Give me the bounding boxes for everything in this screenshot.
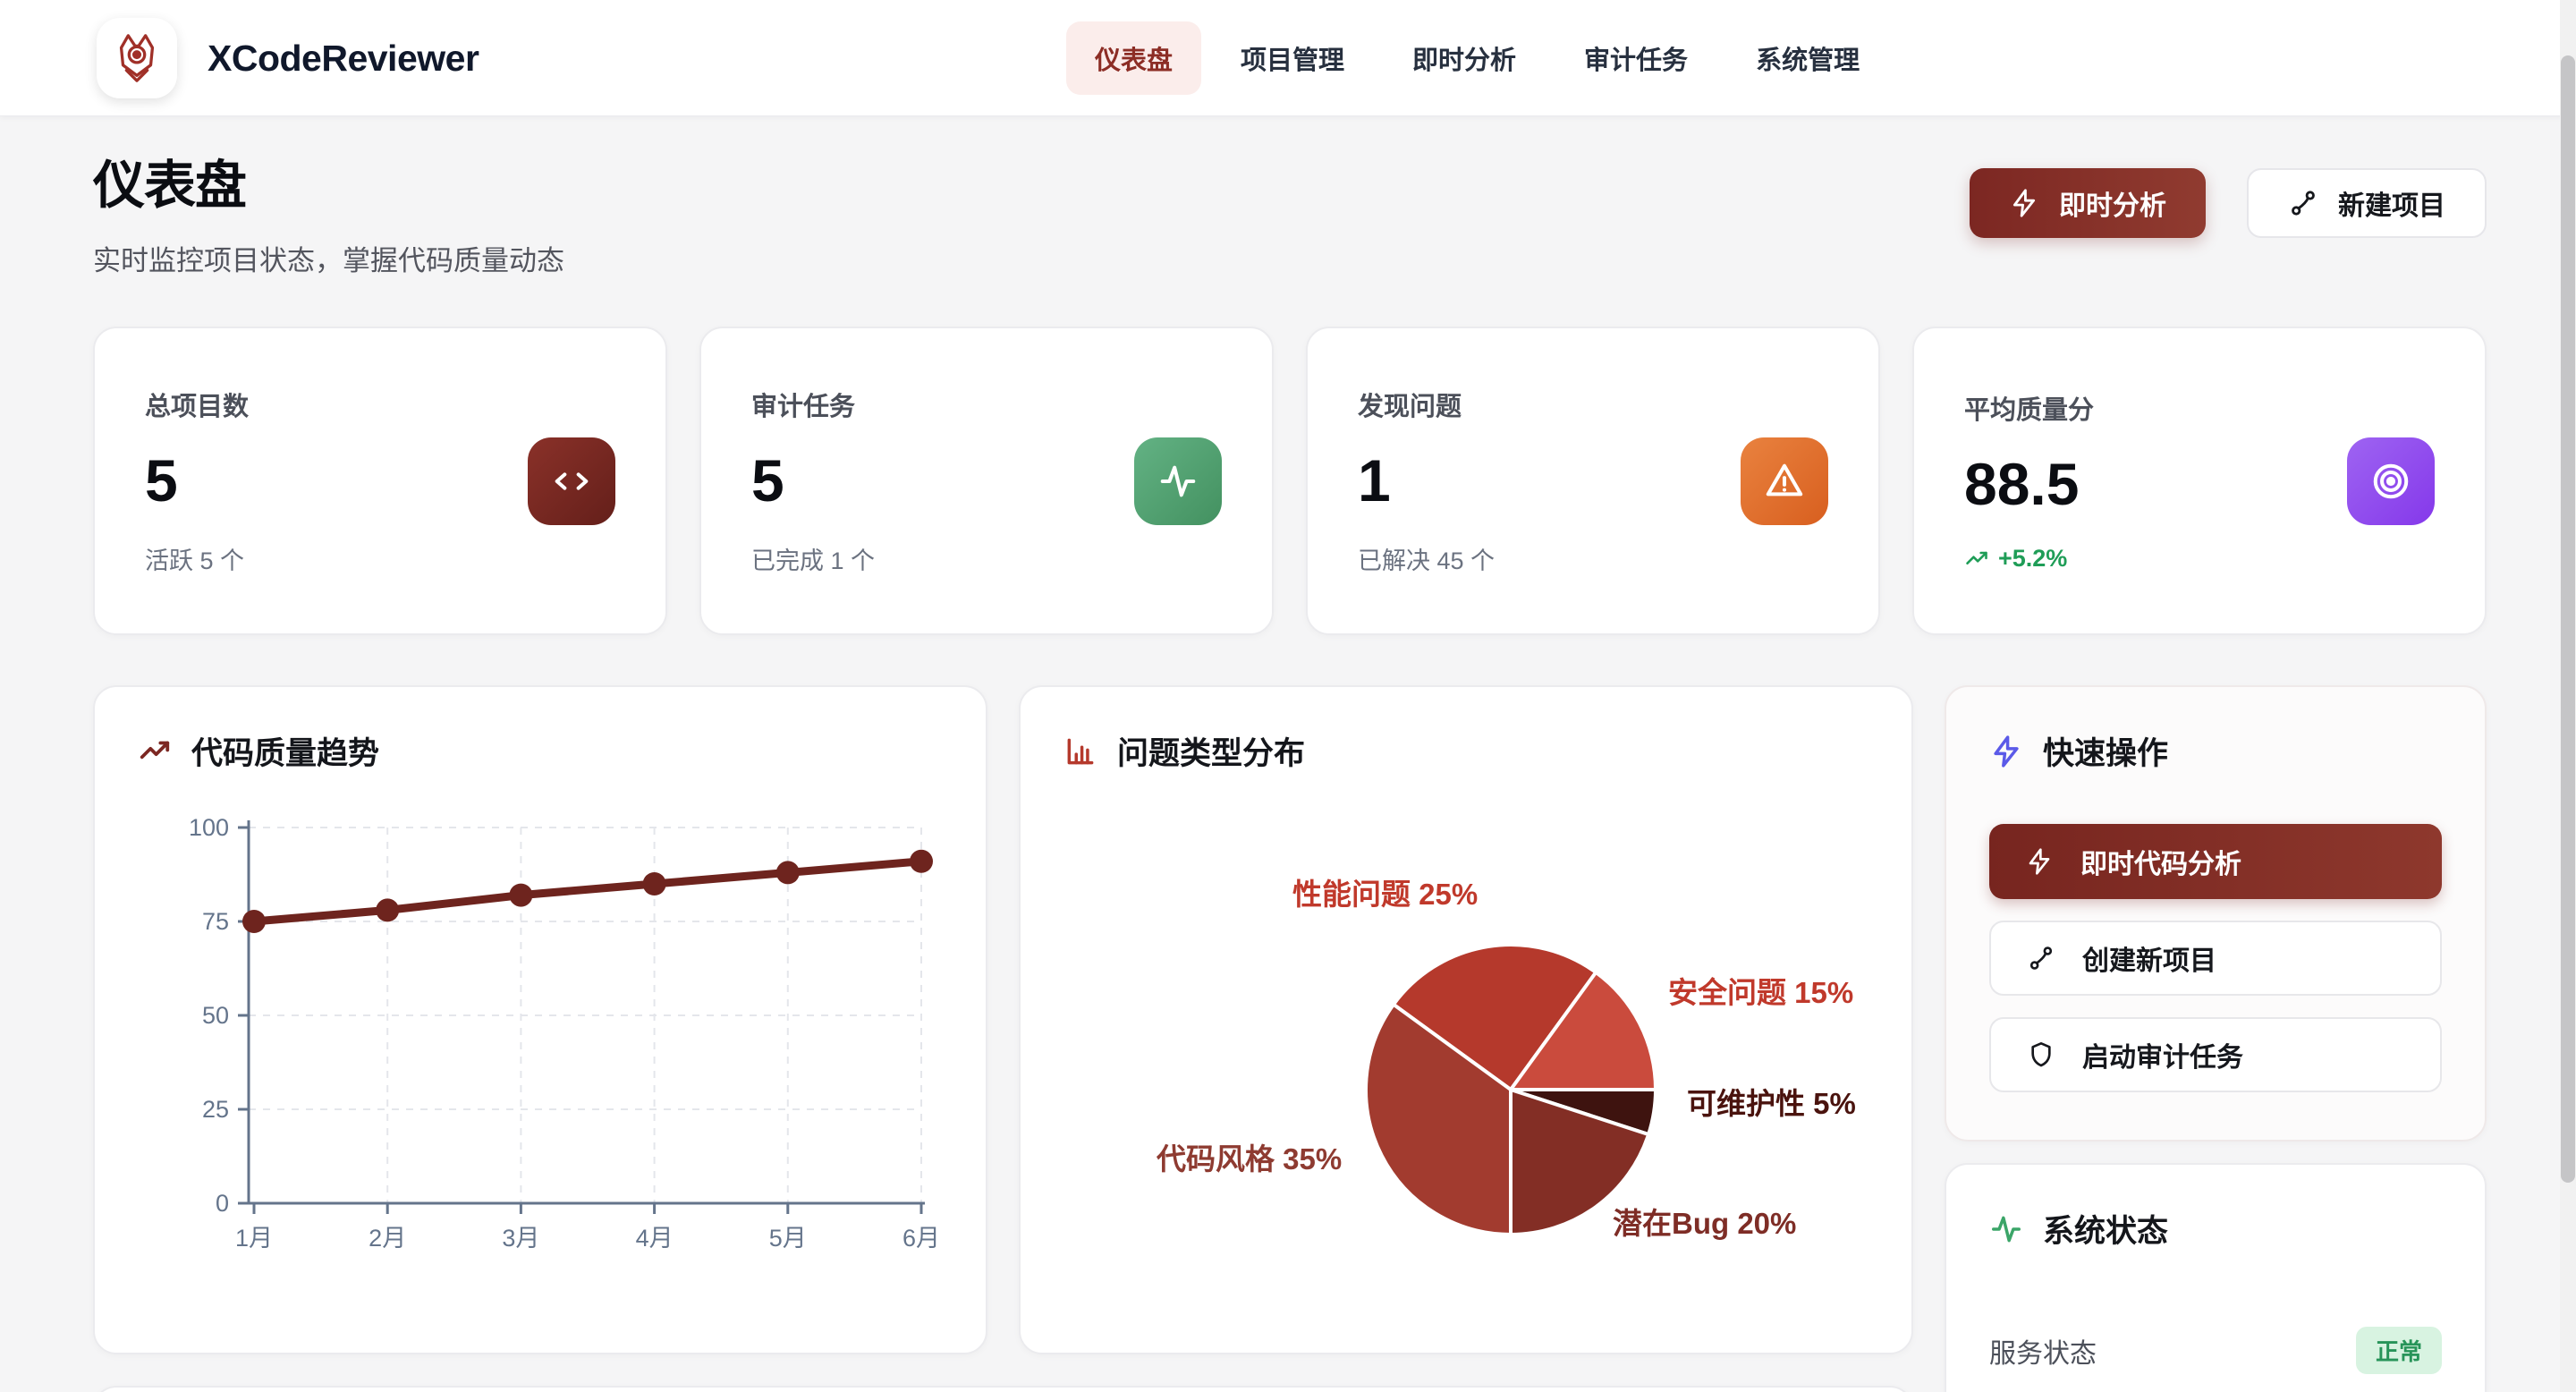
- svg-text:3月: 3月: [502, 1225, 539, 1252]
- activity-icon: [1989, 1212, 2023, 1246]
- nav-item-dashboard[interactable]: 仪表盘: [1066, 21, 1201, 95]
- nav-item-instant-analysis[interactable]: 即时分析: [1384, 21, 1545, 95]
- instant-code-analysis-button[interactable]: 即时代码分析: [1989, 824, 2442, 899]
- svg-text:4月: 4月: [636, 1225, 674, 1252]
- quick-actions-card: 快速操作 即时代码分析 创建新项目: [1945, 685, 2487, 1142]
- page-title: 仪表盘: [93, 143, 564, 218]
- svg-text:5月: 5月: [769, 1225, 807, 1252]
- system-status-card: 系统状态 服务状态 正常 API响应 45ms: [1945, 1163, 2487, 1392]
- lightning-icon: [1989, 734, 2023, 768]
- issue-distribution-chart: 性能问题 25% 安全问题 15% 可维护性 5% 潜在Bug 20% 代码风格…: [1063, 806, 1868, 1361]
- stat-sub: 已解决 45 个: [1358, 541, 1495, 576]
- project-overview-card: 项目概览: [93, 1386, 1913, 1392]
- lightning-icon: [2025, 847, 2054, 876]
- stat-value: 5: [751, 446, 875, 514]
- status-row-service: 服务状态 正常: [1989, 1307, 2442, 1392]
- main-nav: 仪表盘 项目管理 即时分析 审计任务 系统管理: [1066, 0, 1888, 116]
- nav-item-audit-tasks[interactable]: 审计任务: [1555, 21, 1716, 95]
- activity-icon: [1134, 437, 1222, 525]
- brand-name: XCodeReviewer: [208, 38, 479, 80]
- status-badge: 正常: [2356, 1327, 2442, 1374]
- stat-label: 平均质量分: [1964, 389, 2094, 427]
- warning-icon: [1741, 437, 1828, 525]
- shield-icon: [2027, 1040, 2055, 1069]
- scrollbar-thumb[interactable]: [2561, 55, 2575, 1183]
- svg-text:75: 75: [202, 908, 229, 935]
- issue-distribution-card: 问题类型分布 性能问题 25% 安全问题 15% 可维护性 5% 潜在Bug 2…: [1019, 685, 1913, 1354]
- stat-label: 发现问题: [1358, 386, 1495, 423]
- stat-sub: 活跃 5 个: [145, 541, 249, 576]
- pie-label-security: 安全问题 15%: [1668, 969, 1853, 1012]
- new-project-button[interactable]: 新建项目: [2247, 168, 2487, 238]
- git-branch-icon: [2027, 944, 2055, 972]
- stat-value: 88.5: [1964, 450, 2094, 518]
- quality-trend-chart: 0 25 50 75 100 1月 2月 3月 4月 5月 6月: [138, 790, 943, 1291]
- stat-card-avg-quality[interactable]: 平均质量分 88.5 +5.2%: [1912, 327, 2487, 635]
- stat-label: 审计任务: [751, 386, 875, 423]
- pie-label-code-style: 代码风格 35%: [1157, 1135, 1342, 1178]
- stat-card-total-projects[interactable]: 总项目数 5 活跃 5 个: [93, 327, 667, 635]
- lightning-icon: [2009, 188, 2039, 218]
- nav-item-system-admin[interactable]: 系统管理: [1727, 21, 1888, 95]
- trending-up-icon: [1964, 547, 1989, 572]
- stat-value: 1: [1358, 446, 1495, 514]
- svg-text:25: 25: [202, 1096, 229, 1123]
- target-icon: [2347, 437, 2435, 525]
- git-branch-icon: [2288, 188, 2318, 218]
- svg-text:2月: 2月: [369, 1225, 406, 1252]
- bar-chart-icon: [1063, 734, 1097, 768]
- code-icon: [528, 437, 615, 525]
- stat-value: 5: [145, 446, 249, 514]
- pie-label-potential-bug: 潜在Bug 20%: [1613, 1200, 1796, 1243]
- stat-sub: 已完成 1 个: [751, 541, 875, 576]
- chart-title: 问题类型分布: [1117, 728, 1305, 774]
- quality-trend-card: 代码质量趋势 0 25 50 75 100 1月 2月 3月 4月 5月 6月: [93, 685, 987, 1354]
- card-title: 系统状态: [2043, 1206, 2168, 1252]
- stat-card-issues-found[interactable]: 发现问题 1 已解决 45 个: [1306, 327, 1880, 635]
- start-audit-task-button[interactable]: 启动审计任务: [1989, 1017, 2442, 1092]
- pie-label-performance: 性能问题 25%: [1292, 870, 1478, 913]
- svg-text:0: 0: [216, 1190, 229, 1217]
- app-logo-icon[interactable]: [97, 18, 177, 98]
- app-header: XCodeReviewer 仪表盘 项目管理 即时分析 审计任务 系统管理: [0, 0, 2576, 116]
- page-subtitle: 实时监控项目状态，掌握代码质量动态: [93, 238, 564, 278]
- svg-text:6月: 6月: [902, 1225, 940, 1252]
- svg-text:50: 50: [202, 1002, 229, 1029]
- nav-item-projects[interactable]: 项目管理: [1212, 21, 1373, 95]
- trending-up-icon: [138, 734, 172, 768]
- card-title: 快速操作: [2043, 728, 2168, 774]
- stat-label: 总项目数: [145, 386, 249, 423]
- chart-title: 代码质量趋势: [191, 728, 379, 774]
- stat-card-audit-tasks[interactable]: 审计任务 5 已完成 1 个: [699, 327, 1274, 635]
- create-new-project-button[interactable]: 创建新项目: [1989, 921, 2442, 996]
- stat-trend: +5.2%: [1964, 545, 2094, 573]
- scrollbar-track[interactable]: [2560, 0, 2576, 1392]
- svg-text:100: 100: [189, 814, 229, 841]
- svg-text:1月: 1月: [235, 1225, 273, 1252]
- pie-label-maintainability: 可维护性 5%: [1687, 1080, 1856, 1123]
- instant-analysis-button[interactable]: 即时分析: [1970, 168, 2206, 238]
- brand: XCodeReviewer: [97, 18, 479, 98]
